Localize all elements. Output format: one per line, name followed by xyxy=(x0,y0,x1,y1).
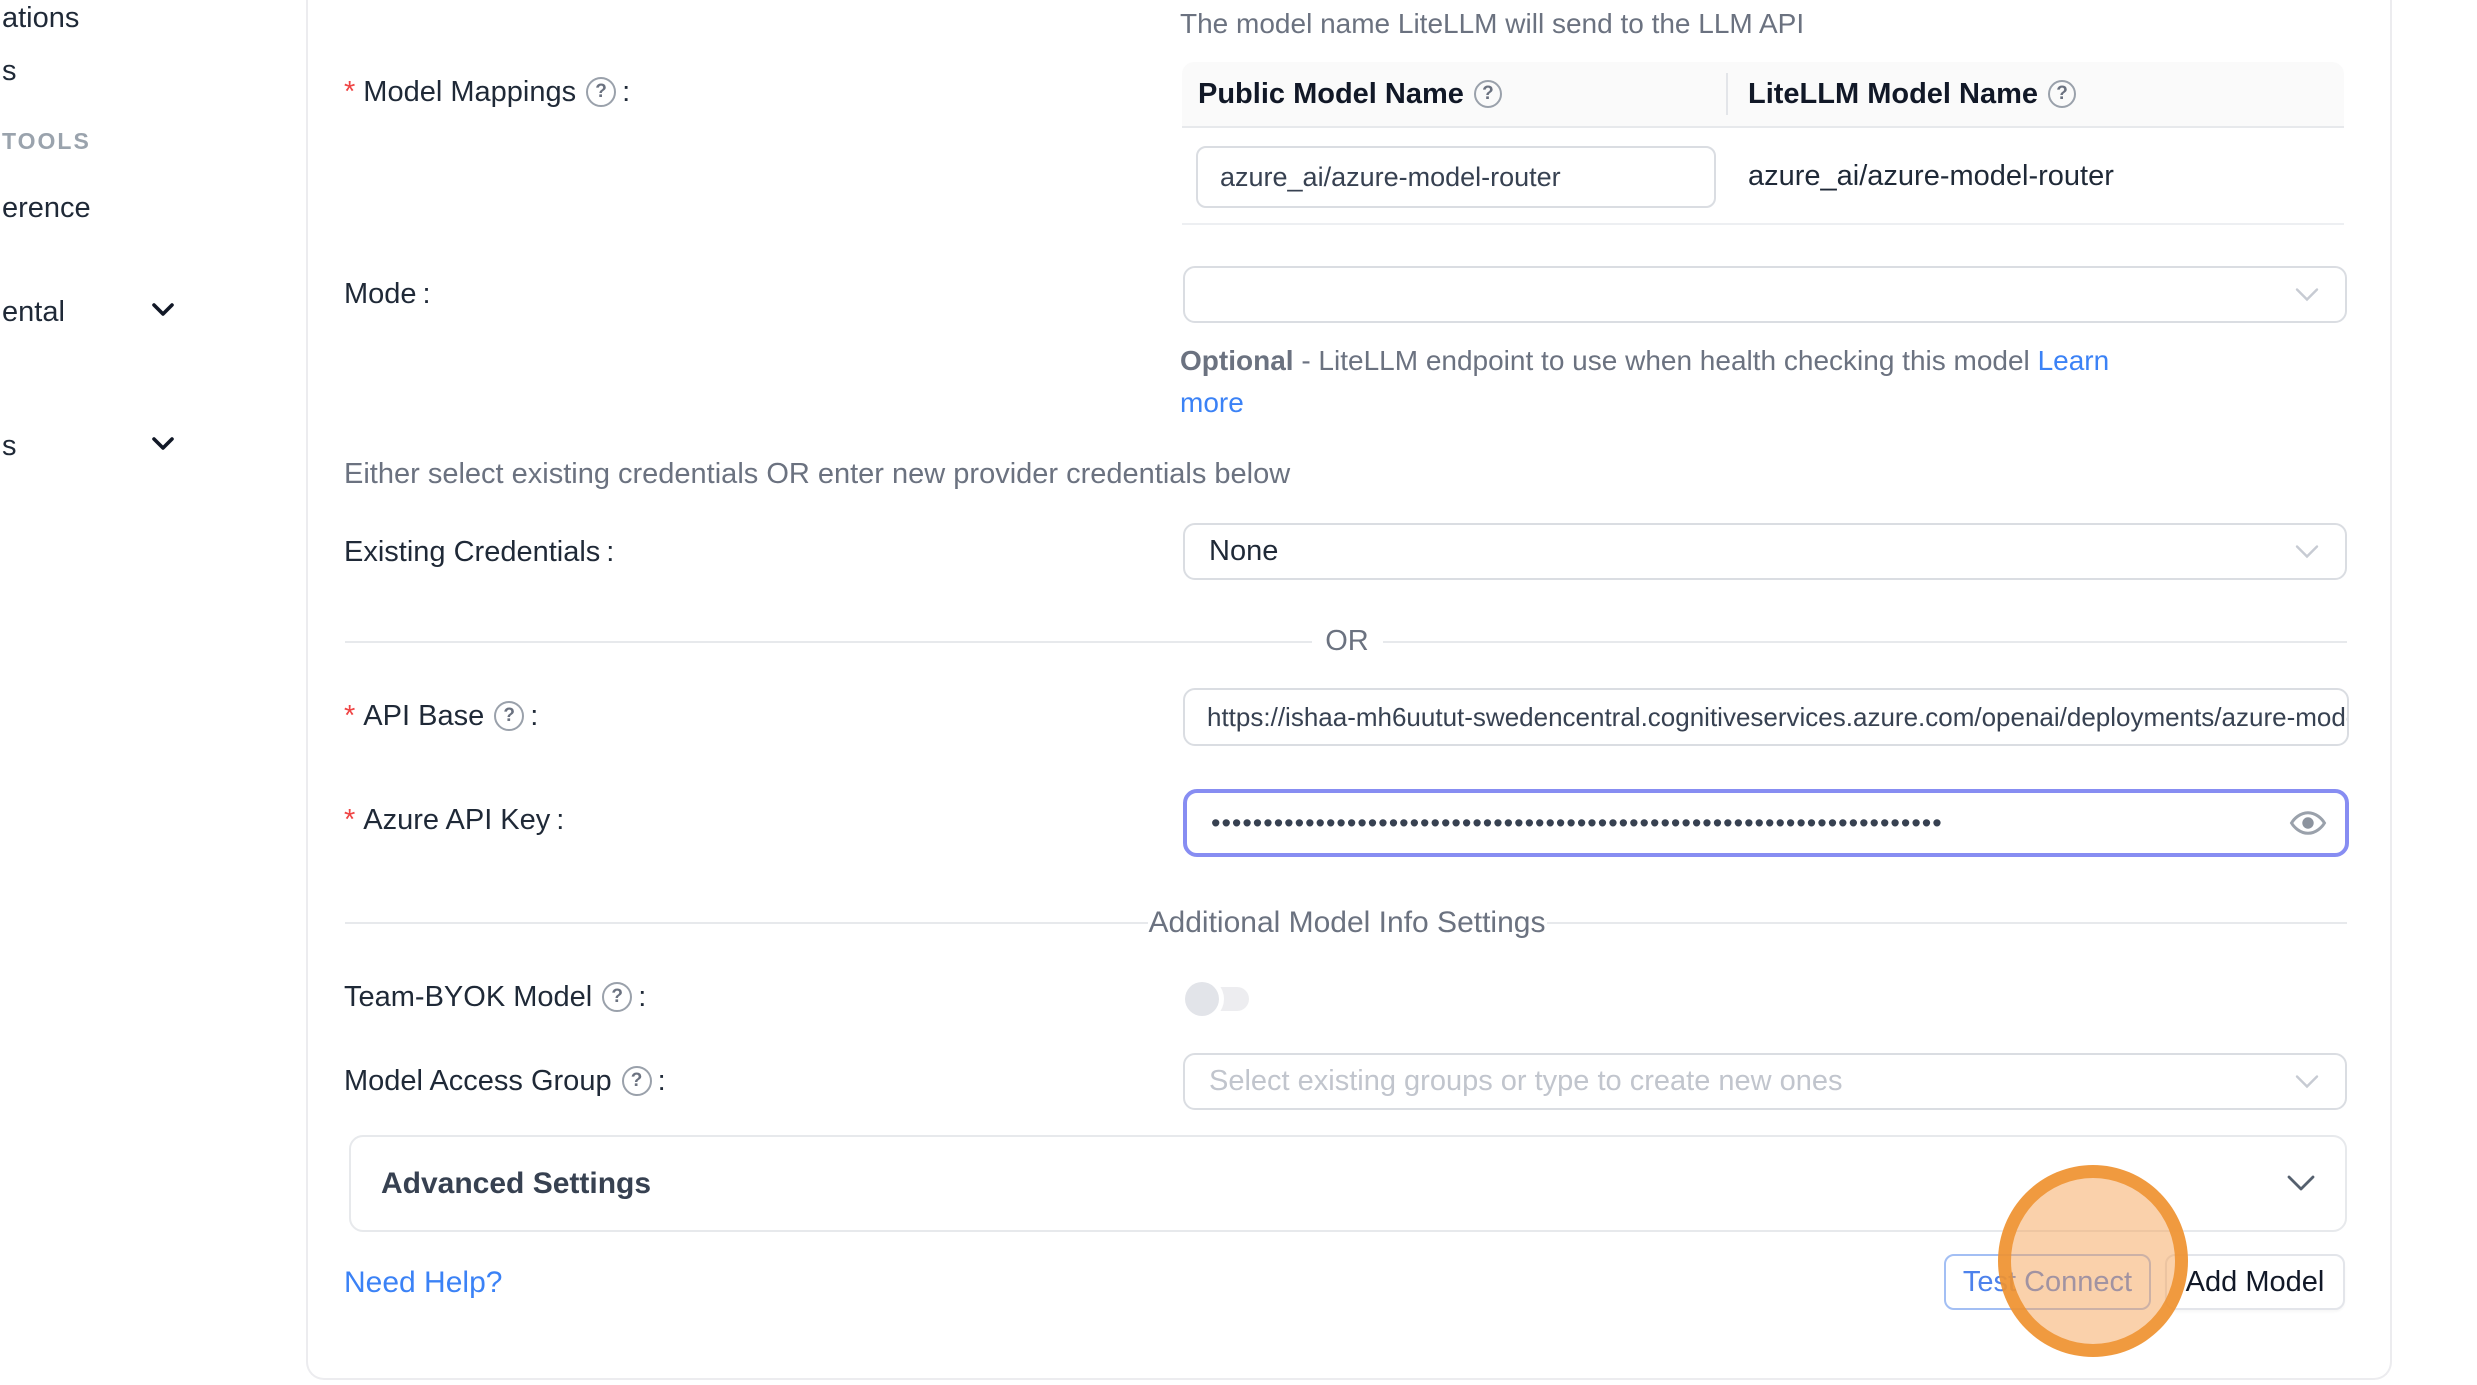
chevron-down-icon xyxy=(2295,1074,2319,1089)
sidebar-section-tools: TOOLS xyxy=(2,128,91,155)
divider-line xyxy=(1383,641,2347,643)
or-divider-text: OR xyxy=(1325,625,1369,658)
chevron-down-icon[interactable] xyxy=(152,303,174,317)
table-row-divider xyxy=(1182,223,2344,225)
api-base-input[interactable]: https://ishaa-mh6uutut-swedencentral.cog… xyxy=(1183,688,2349,746)
sidebar-item-s2[interactable]: s xyxy=(2,430,17,463)
eye-icon[interactable] xyxy=(2289,804,2327,842)
model-access-group-label: Model Access Group ? : xyxy=(344,1065,666,1097)
team-byok-toggle[interactable] xyxy=(1183,980,1253,1018)
required-asterisk: * xyxy=(344,804,355,837)
divider-line xyxy=(345,922,1148,924)
select-placeholder: Select existing groups or type to create… xyxy=(1185,1065,1867,1098)
existing-credentials-select[interactable]: None xyxy=(1183,523,2347,580)
add-model-button[interactable]: Add Model xyxy=(2165,1254,2345,1310)
chevron-down-icon[interactable] xyxy=(152,437,174,451)
info-divider-text: Additional Model Info Settings xyxy=(1149,906,1546,940)
need-help-link[interactable]: Need Help? xyxy=(344,1266,502,1300)
question-circle-icon[interactable]: ? xyxy=(2048,80,2076,108)
azure-api-key-label: * Azure API Key : xyxy=(344,804,564,836)
chevron-down-icon xyxy=(2295,287,2319,302)
chevron-down-icon[interactable] xyxy=(2287,1175,2315,1192)
sidebar-item-s1[interactable]: s xyxy=(2,55,17,88)
sidebar-item-ental[interactable]: ental xyxy=(2,296,65,329)
toggle-knob xyxy=(1185,982,1219,1016)
team-byok-label: Team-BYOK Model ? : xyxy=(344,981,646,1013)
model-mappings-label: * Model Mappings ? : xyxy=(344,76,630,108)
question-circle-icon[interactable]: ? xyxy=(494,701,524,731)
litellm-model-name-value: azure_ai/azure-model-router xyxy=(1748,160,2114,193)
learn-more-link[interactable]: more xyxy=(1180,387,1244,418)
credentials-note: Either select existing credentials OR en… xyxy=(344,458,1290,491)
sidebar: ations s TOOLS erence ental s xyxy=(0,0,306,1385)
mode-help-text: Optional - LiteLLM endpoint to use when … xyxy=(1180,340,2109,424)
litellm-model-name-header: LiteLLM Model Name ? xyxy=(1726,73,2076,115)
existing-credentials-label: Existing Credentials: xyxy=(344,536,614,568)
divider-line xyxy=(345,641,1312,643)
public-model-name-input[interactable]: azure_ai/azure-model-router xyxy=(1196,146,1716,208)
advanced-settings-panel[interactable]: Advanced Settings xyxy=(349,1135,2347,1232)
question-circle-icon[interactable]: ? xyxy=(586,77,616,107)
required-asterisk: * xyxy=(344,76,355,109)
learn-more-link[interactable]: Learn xyxy=(2038,345,2110,376)
api-base-label: * API Base ? : xyxy=(344,700,538,732)
question-circle-icon[interactable]: ? xyxy=(622,1066,652,1096)
required-asterisk: * xyxy=(344,700,355,733)
test-connect-button[interactable]: Test Connect xyxy=(1944,1254,2151,1310)
chevron-down-icon xyxy=(2295,544,2319,559)
question-circle-icon[interactable]: ? xyxy=(1474,80,1502,108)
model-access-group-select[interactable]: Select existing groups or type to create… xyxy=(1183,1053,2347,1110)
advanced-settings-title: Advanced Settings xyxy=(381,1167,651,1201)
sidebar-item-erence[interactable]: erence xyxy=(2,192,91,225)
model-mappings-table-header: Public Model Name ? LiteLLM Model Name ? xyxy=(1182,62,2344,128)
question-circle-icon[interactable]: ? xyxy=(602,982,632,1012)
sidebar-item-ations[interactable]: ations xyxy=(2,2,79,35)
mode-select[interactable] xyxy=(1183,266,2347,323)
divider-line xyxy=(1547,922,2347,924)
model-name-helper-text: The model name LiteLLM will send to the … xyxy=(1180,8,1804,40)
azure-api-key-input[interactable]: ••••••••••••••••••••••••••••••••••••••••… xyxy=(1183,789,2349,857)
mode-label: Mode: xyxy=(344,278,431,310)
public-model-name-header: Public Model Name ? xyxy=(1182,78,1726,111)
